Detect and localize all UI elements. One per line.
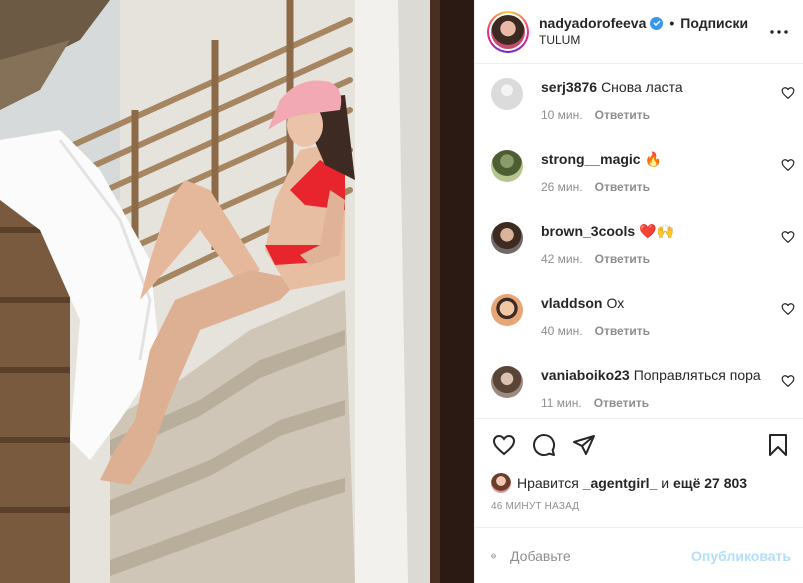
- verified-icon: [650, 16, 664, 30]
- post-header: nadyadorofeeva • Подписки TULUM: [475, 0, 803, 64]
- comment-avatar[interactable]: [491, 222, 523, 254]
- comment-item: serj3876 Снова ласта 10 мин. Ответить: [491, 76, 795, 148]
- comment-time: 10 мин.: [541, 108, 583, 122]
- comment-text: Поправляться пора: [633, 367, 761, 383]
- comment-time: 26 мин.: [541, 180, 583, 194]
- add-comment-bar: Опубликовать: [475, 527, 803, 583]
- separator-dot: •: [669, 14, 675, 31]
- author-username[interactable]: nadyadorofeeva: [539, 15, 646, 32]
- publish-button[interactable]: Опубликовать: [691, 548, 791, 564]
- more-icon[interactable]: [767, 20, 791, 44]
- likes-middle: и: [661, 475, 670, 491]
- share-icon[interactable]: [571, 432, 597, 458]
- heart-icon[interactable]: [781, 230, 795, 244]
- emoji-icon[interactable]: [491, 544, 496, 568]
- comment-time: 42 мин.: [541, 252, 583, 266]
- comment-item: vaniaboiko23 Поправляться пора 11 мин. Отв…: [491, 364, 795, 418]
- side-panel: nadyadorofeeva • Подписки TULUM serj3876…: [474, 0, 803, 583]
- likes-summary[interactable]: Нравится _agentgirl_ и ещё 27 803: [491, 471, 791, 495]
- comments-list[interactable]: serj3876 Снова ласта 10 мин. Ответить stro…: [475, 64, 803, 418]
- post-actions-section: Нравится _agentgirl_ и ещё 27 803 46 МИН…: [475, 418, 803, 527]
- comment-item: brown_3cools ❤️🙌 42 мин. Ответить: [491, 220, 795, 292]
- author-avatar[interactable]: [487, 10, 529, 53]
- heart-icon[interactable]: [491, 432, 517, 458]
- liker-username[interactable]: _agentgirl_: [583, 475, 658, 491]
- comment-time: 11 мин.: [541, 396, 582, 410]
- comment-item: vladdson Ох 40 мин. Ответить: [491, 292, 795, 364]
- comment-avatar[interactable]: [491, 294, 523, 326]
- likes-count[interactable]: ещё 27 803: [673, 475, 747, 491]
- comment-text: Ох: [606, 295, 625, 311]
- comment-username[interactable]: vaniaboiko23: [541, 367, 630, 383]
- post-dialog: nadyadorofeeva • Подписки TULUM serj3876…: [0, 0, 803, 583]
- photo-illustration: [0, 0, 474, 583]
- heart-icon[interactable]: [781, 158, 795, 172]
- likes-prefix: Нравится: [517, 475, 579, 491]
- comment-time: 40 мин.: [541, 324, 583, 338]
- action-bar: [491, 419, 791, 471]
- save-icon[interactable]: [765, 432, 791, 458]
- comment-avatar[interactable]: [491, 78, 523, 110]
- reply-button[interactable]: Ответить: [595, 180, 650, 194]
- comment-item: strong__magic 🔥 26 мин. Ответить: [491, 148, 795, 220]
- reply-button[interactable]: Ответить: [595, 108, 650, 122]
- heart-icon[interactable]: [781, 374, 795, 388]
- post-timestamp[interactable]: 46 МИНУТ НАЗАД: [491, 501, 791, 527]
- reply-button[interactable]: Ответить: [594, 396, 649, 410]
- comment-text: Снова ласта: [601, 79, 683, 95]
- comment-input[interactable]: [510, 547, 692, 564]
- comment-icon[interactable]: [531, 432, 557, 458]
- comment-username[interactable]: serj3876: [541, 79, 597, 95]
- comment-avatar[interactable]: [491, 150, 523, 182]
- comment-username[interactable]: vladdson: [541, 295, 602, 311]
- comment-text: ❤️🙌: [639, 223, 675, 239]
- comment-text: 🔥: [644, 151, 663, 167]
- post-photo[interactable]: [0, 0, 474, 583]
- comment-avatar[interactable]: [491, 366, 523, 398]
- heart-icon[interactable]: [781, 302, 795, 316]
- reply-button[interactable]: Ответить: [595, 324, 650, 338]
- heart-icon[interactable]: [781, 86, 795, 100]
- liker-avatar[interactable]: [491, 473, 511, 493]
- comment-username[interactable]: strong__magic: [541, 151, 641, 167]
- post-location[interactable]: TULUM: [539, 32, 767, 49]
- following-button[interactable]: Подписки: [680, 15, 748, 32]
- comment-username[interactable]: brown_3cools: [541, 223, 635, 239]
- reply-button[interactable]: Ответить: [595, 252, 650, 266]
